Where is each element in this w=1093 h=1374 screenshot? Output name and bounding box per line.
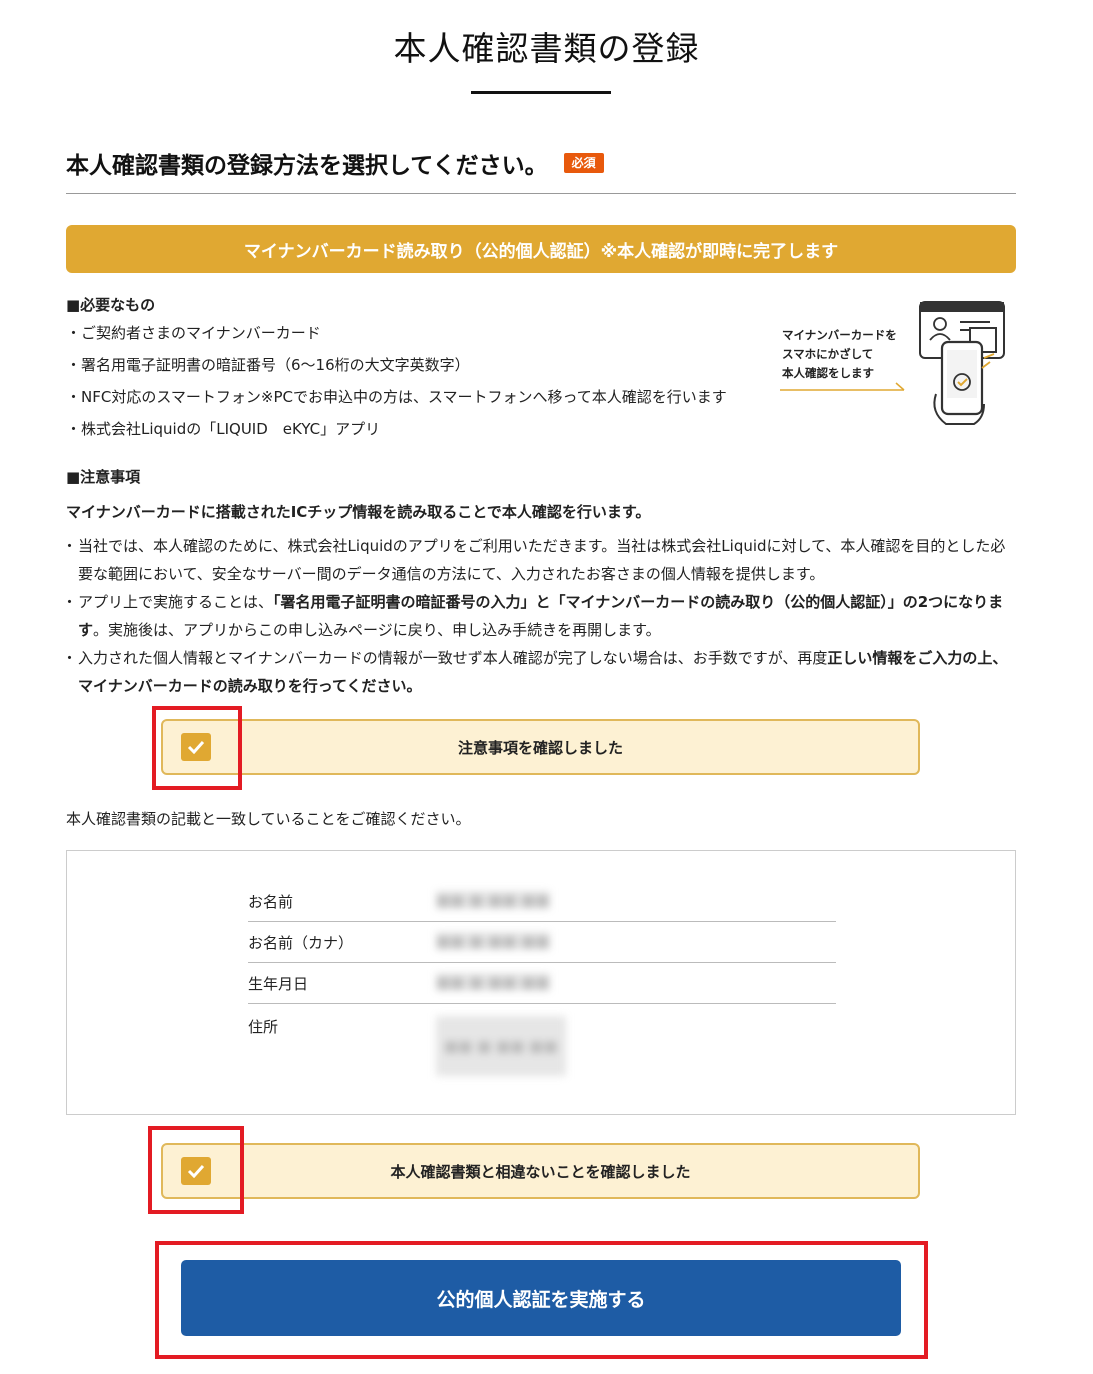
row-label: 住所: [248, 1018, 279, 1036]
required-badge: 必須: [563, 153, 604, 173]
list-item: ・署名用電子証明書の暗証番号（6〜16桁の大文字英数字）: [66, 356, 470, 374]
confirm-notes-label: 注意事項を確認しました: [457, 738, 623, 757]
row-value: ■■ ■ ■■ ■■: [436, 932, 550, 950]
row-value: ■■ ■ ■■ ■■: [436, 891, 550, 909]
requirements-block: ■必要なもの ・ご契約者さまのマイナンバーカード ・署名用電子証明書の暗証番号（…: [66, 294, 727, 445]
illustration-caption: マイナンバーカードを スマホにかざして 本人確認をします: [782, 328, 897, 380]
nfc-illustration: マイナンバーカードを スマホにかざして 本人確認をします: [778, 296, 1018, 436]
row-value: ■■ ■ ■■ ■■: [436, 1016, 566, 1076]
row-label: お名前: [248, 893, 294, 911]
confirm-match-checkbox-row[interactable]: 本人確認書類と相違ないことを確認しました: [161, 1143, 920, 1199]
highlight-frame: [152, 706, 242, 790]
phone-scan-icon: [919, 301, 1005, 425]
verify-prompt: 本人確認書類の記載と一致していることをご確認ください。: [66, 810, 471, 828]
highlight-frame: [148, 1126, 244, 1214]
notes-list: 当社では、本人確認のために、株式会社Liquidのアプリをご利用いただきます。当…: [62, 532, 1016, 700]
requirements-list: ・ご契約者さまのマイナンバーカード ・署名用電子証明書の暗証番号（6〜16桁の大…: [66, 317, 727, 445]
notes-block: ■注意事項 マイナンバーカードに搭載されたICチップ情報を読み取ることで本人確認…: [62, 466, 1016, 700]
row-divider: [248, 962, 836, 963]
list-item: ・株式会社Liquidの「LIQUID eKYC」アプリ: [66, 420, 381, 438]
notes-heading: ■注意事項: [66, 468, 141, 486]
list-item: ・ご契約者さまのマイナンバーカード: [66, 324, 321, 342]
row-label: 生年月日: [248, 975, 309, 993]
mynumber-method-option[interactable]: マイナンバーカード読み取り（公的個人認証）※本人確認が即時に完了します: [66, 225, 1016, 273]
page-title: 本人確認書類の登録: [393, 29, 700, 68]
row-divider: [248, 1003, 836, 1004]
list-item: 入力された個人情報とマイナンバーカードの情報が一致せず本人確認が完了しない場合は…: [62, 644, 1016, 700]
row-value: ■■ ■ ■■ ■■: [436, 973, 550, 991]
row-divider: [248, 921, 836, 922]
notes-lead: マイナンバーカードに搭載されたICチップ情報を読み取ることで本人確認を行います。: [66, 503, 651, 521]
highlight-frame: [155, 1241, 928, 1359]
list-item: ・NFC対応のスマートフォン※PCでお申込中の方は、スマートフォンへ移って本人確…: [66, 388, 727, 406]
list-item: アプリ上で実施することは、「署名用電子証明書の暗証番号の入力」と「マイナンバーカ…: [62, 588, 1016, 644]
arrow-right-icon: [780, 382, 905, 391]
section-heading-text: 本人確認書類の登録方法を選択してください。: [66, 153, 548, 179]
id-info-panel: お名前 ■■ ■ ■■ ■■ お名前（カナ） ■■ ■ ■■ ■■ 生年月日 ■…: [66, 850, 1016, 1115]
row-label: お名前（カナ）: [248, 934, 354, 952]
requirements-heading: ■必要なもの: [66, 296, 156, 314]
list-item: 当社では、本人確認のために、株式会社Liquidのアプリをご利用いただきます。当…: [62, 532, 1016, 588]
confirm-notes-checkbox-row[interactable]: 注意事項を確認しました: [161, 719, 920, 775]
heading-divider: [66, 193, 1016, 194]
title-underline: [471, 91, 611, 94]
section-heading: 本人確認書類の登録方法を選択してください。 必須: [66, 146, 604, 180]
confirm-match-label: 本人確認書類と相違ないことを確認しました: [390, 1162, 691, 1181]
